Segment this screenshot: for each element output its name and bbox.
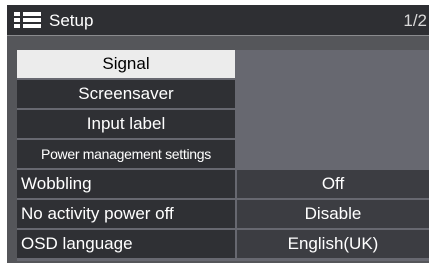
osd-language-label[interactable]: OSD language bbox=[17, 230, 235, 258]
setup-menu-panel: Setup 1/2 Signal Screensaver Input label… bbox=[7, 5, 429, 263]
menu-title: Setup bbox=[49, 11, 94, 30]
osd-language-value[interactable]: English(UK) bbox=[237, 230, 429, 258]
page-indicator: 1/2 bbox=[403, 11, 427, 30]
input-label-button[interactable]: Input label bbox=[17, 110, 235, 138]
no-activity-power-off-label[interactable]: No activity power off bbox=[17, 200, 235, 228]
menu-list-icon bbox=[14, 12, 41, 29]
menu-content: Signal Screensaver Input label Power man… bbox=[17, 50, 429, 261]
power-management-settings-button[interactable]: Power management settings bbox=[17, 140, 235, 168]
screensaver-button[interactable]: Screensaver bbox=[17, 80, 235, 108]
signal-button[interactable]: Signal bbox=[17, 50, 235, 78]
wobbling-value[interactable]: Off bbox=[237, 170, 429, 198]
menu-header: Setup 1/2 bbox=[7, 5, 429, 36]
wobbling-label[interactable]: Wobbling bbox=[17, 170, 235, 198]
no-activity-power-off-value[interactable]: Disable bbox=[237, 200, 429, 228]
